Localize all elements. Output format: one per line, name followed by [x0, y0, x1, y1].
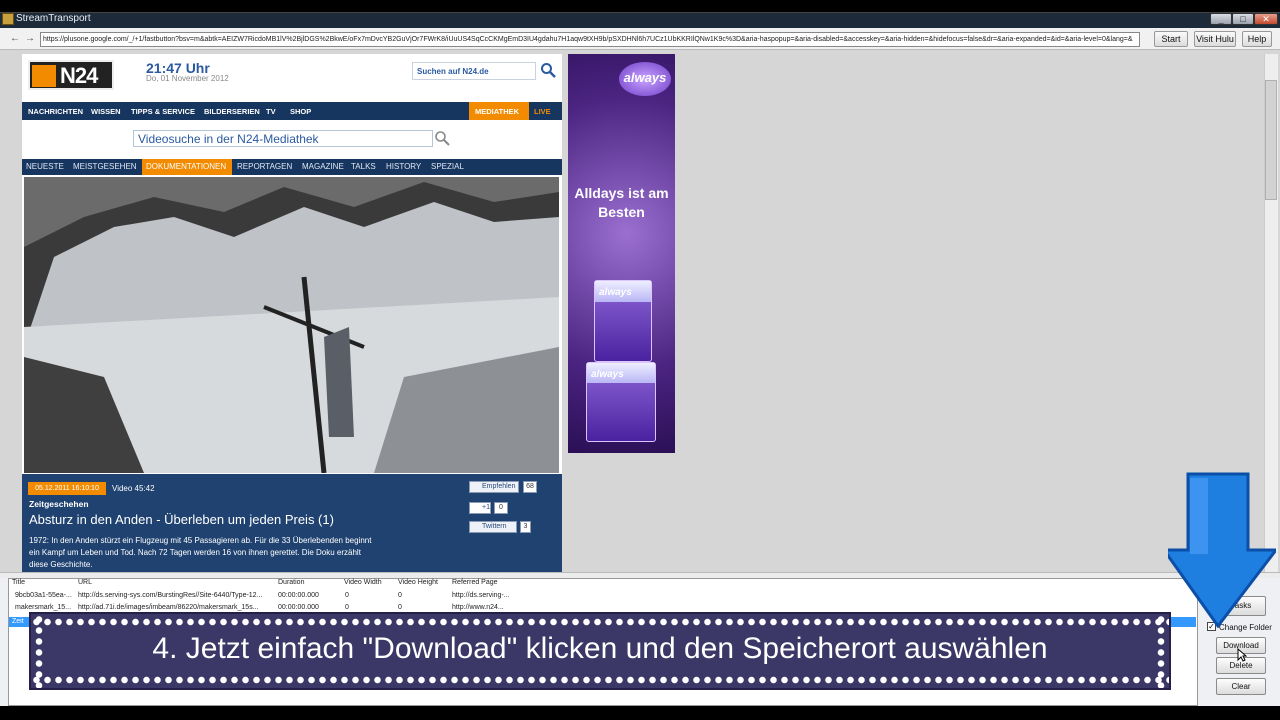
- table-cell[interactable]: 0: [398, 604, 402, 611]
- maximize-button[interactable]: □: [1232, 13, 1254, 25]
- tab-magazine[interactable]: MAGAZINE: [302, 162, 344, 171]
- video-search-input[interactable]: Videosuche in der N24-Mediathek: [133, 130, 433, 147]
- table-cell[interactable]: 9bcb03a1-55ea-...: [15, 592, 72, 599]
- nav-item-bilderserien[interactable]: BILDERSERIEN: [204, 107, 260, 116]
- tab-dokumentationen[interactable]: DOKUMENTATIONEN: [146, 162, 226, 171]
- scrollbar-thumb[interactable]: [1265, 80, 1277, 200]
- table-cell[interactable]: 0: [398, 592, 402, 599]
- facebook-recommend-button[interactable]: Empfehlen: [469, 481, 519, 493]
- table-cell[interactable]: 00:00:00.000: [278, 592, 319, 599]
- tab-neueste[interactable]: NEUESTE: [26, 162, 64, 171]
- ad-headline: Alldays ist am Besten: [574, 185, 669, 220]
- url-input[interactable]: https://plusone.google.com/_/+1/fastbutt…: [40, 32, 1140, 47]
- gplus-button[interactable]: +1: [469, 502, 491, 514]
- mouse-cursor-icon: [1237, 648, 1247, 662]
- instruction-text: 4. Jetzt einfach "Download" klicken und …: [152, 632, 1048, 665]
- close-button[interactable]: ✕: [1254, 13, 1278, 25]
- nav-item-tipps[interactable]: TIPPS & SERVICE: [131, 107, 195, 116]
- video-duration: Video 45:42: [112, 484, 155, 493]
- site-search-input[interactable]: Suchen auf N24.de: [412, 62, 536, 80]
- column-header-video-width[interactable]: Video Width: [344, 579, 382, 586]
- mediathek-label: MEDIATHEK: [475, 107, 520, 116]
- tab-spezial[interactable]: SPEZIAL: [431, 162, 464, 171]
- help-button[interactable]: Help: [1242, 31, 1272, 47]
- facebook-count: 68: [523, 481, 537, 493]
- column-header-title[interactable]: Title: [12, 579, 25, 586]
- table-cell[interactable]: makersmark_15...: [15, 604, 71, 611]
- clear-button[interactable]: Clear: [1216, 678, 1266, 695]
- n24-logo[interactable]: N24: [28, 60, 114, 90]
- video-kicker: Zeitgeschehen: [29, 499, 89, 509]
- bottom-letterbox: [0, 706, 1280, 720]
- nav-item-nachrichten[interactable]: NACHRICHTEN: [28, 107, 83, 116]
- pack-brand: always: [599, 287, 632, 298]
- column-header-video-height[interactable]: Video Height: [398, 579, 438, 586]
- table-cell[interactable]: http://ad.71i.de/images/imbeam/86220/mak…: [78, 604, 259, 611]
- logo-text: N24: [60, 63, 98, 88]
- down-arrow-icon: [1168, 472, 1276, 628]
- pack-brand: always: [591, 369, 624, 380]
- tab-talks[interactable]: TALKS: [351, 162, 376, 171]
- table-cell[interactable]: 00:00:00.000: [278, 604, 319, 611]
- forward-arrow-icon[interactable]: →: [23, 32, 37, 46]
- twitter-count: 3: [520, 521, 531, 533]
- table-cell[interactable]: 0: [345, 604, 349, 611]
- table-cell[interactable]: http://www.n24...: [452, 604, 504, 611]
- start-button[interactable]: Start: [1154, 31, 1188, 47]
- nav-item-tv[interactable]: TV: [266, 107, 276, 116]
- table-cell[interactable]: Zeit: [12, 618, 24, 625]
- tab-meistgesehen[interactable]: MEISTGESEHEN: [73, 162, 137, 171]
- table-cell[interactable]: http://ds.serving-sys.com/BurstingRes//S…: [78, 592, 262, 599]
- column-header-duration[interactable]: Duration: [278, 579, 304, 586]
- nav-item-live[interactable]: LIVE: [534, 107, 551, 116]
- nav-item-wissen[interactable]: WISSEN: [91, 107, 121, 116]
- video-date-badge: 05.12.2011 16:10:10: [28, 482, 106, 495]
- app-icon: [2, 13, 14, 25]
- product-pack-image: always: [586, 362, 656, 442]
- video-frame-image: [24, 177, 559, 473]
- column-header-referred-page[interactable]: Referred Page: [452, 579, 498, 586]
- twitter-tweet-button[interactable]: Twittern: [469, 521, 517, 533]
- site-date: Do, 01 November 2012: [146, 74, 229, 83]
- column-header-url[interactable]: URL: [78, 579, 92, 586]
- table-cell[interactable]: 0: [345, 592, 349, 599]
- magnifier-icon[interactable]: [434, 130, 450, 146]
- window-title: StreamTransport: [16, 13, 91, 24]
- visit-hulu-button[interactable]: Visit Hulu: [1194, 31, 1236, 47]
- product-pack-image: always: [594, 280, 652, 362]
- nav-item-shop[interactable]: SHOP: [290, 107, 311, 116]
- tab-reportagen[interactable]: REPORTAGEN: [237, 162, 292, 171]
- always-logo: always: [619, 62, 671, 96]
- video-description: 1972: In den Anden stürzt ein Flugzeug m…: [29, 536, 372, 569]
- video-player[interactable]: [24, 177, 559, 473]
- table-cell[interactable]: http://ds.serving-...: [452, 592, 510, 599]
- search-icon[interactable]: [540, 62, 556, 78]
- window-title-bar: [0, 0, 1280, 28]
- tab-history[interactable]: HISTORY: [386, 162, 421, 171]
- back-arrow-icon[interactable]: ←: [8, 32, 22, 46]
- minimize-button[interactable]: _: [1210, 13, 1232, 25]
- video-headline[interactable]: Absturz in den Anden - Überleben um jede…: [29, 512, 334, 527]
- gplus-count: 0: [494, 502, 508, 514]
